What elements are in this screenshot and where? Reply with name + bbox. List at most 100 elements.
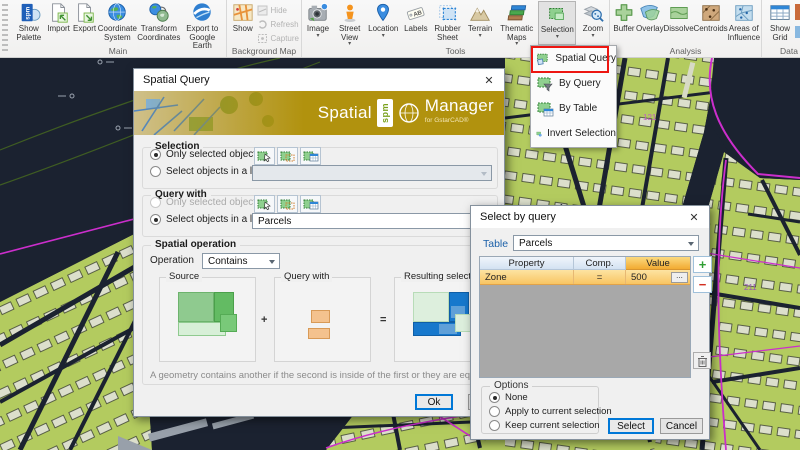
spatial-query-close-button[interactable]: ✕ bbox=[474, 69, 504, 91]
export-google-earth-button[interactable]: Export to Google Earth bbox=[181, 1, 224, 45]
buffer-icon bbox=[611, 2, 637, 24]
export-icon bbox=[72, 2, 98, 24]
pick-table-button[interactable] bbox=[300, 147, 321, 165]
zoom-button[interactable]: Zoom ▾ bbox=[579, 1, 607, 45]
spatial-query-icon bbox=[536, 51, 550, 67]
centroids-button[interactable]: Centroids bbox=[694, 1, 728, 45]
menu-item-by-table[interactable]: By Table bbox=[531, 96, 616, 121]
background-map-capture-button[interactable]: Capture bbox=[257, 32, 299, 44]
selection-dropdown-caret: ▾ bbox=[556, 35, 559, 40]
group-label-analysis: Analysis bbox=[610, 46, 761, 56]
menu-item-spatial-query[interactable]: Spatial Query bbox=[531, 46, 616, 71]
radio-selected-icon bbox=[150, 214, 161, 225]
operation-description: A geometry contains another if the secon… bbox=[150, 370, 494, 381]
location-pin-icon bbox=[370, 2, 396, 24]
radio-selected-icon bbox=[150, 149, 161, 160]
trash-icon bbox=[697, 355, 708, 367]
pick-objects-button[interactable] bbox=[254, 147, 275, 165]
clipped-ribbon-icon bbox=[795, 4, 800, 20]
query-grid: Property Comp. Value Zone = 500 ... bbox=[479, 256, 691, 378]
option-apply-radio[interactable]: Apply to current selection bbox=[489, 406, 612, 417]
capture-icon bbox=[257, 33, 268, 44]
show-palette-button[interactable]: spm Show Palette bbox=[12, 1, 46, 45]
terrain-button[interactable]: Terrain ▾ bbox=[465, 1, 495, 45]
select-by-query-close-button[interactable]: ✕ bbox=[679, 206, 709, 228]
by-query-icon bbox=[536, 76, 554, 92]
operation-dropdown[interactable]: Contains bbox=[202, 253, 280, 269]
street-view-button[interactable]: Street View ▾ bbox=[335, 1, 365, 45]
add-condition-button[interactable]: + bbox=[693, 256, 712, 273]
areas-of-influence-button[interactable]: Areas of Influence bbox=[728, 1, 760, 45]
rubber-sheet-icon bbox=[435, 2, 461, 24]
spm-palette-icon: spm bbox=[16, 2, 42, 24]
pick-window-button[interactable] bbox=[277, 195, 298, 213]
equals-symbol: = bbox=[380, 314, 386, 326]
thematic-maps-icon bbox=[504, 2, 530, 24]
radio-disabled-icon bbox=[150, 197, 161, 208]
buffer-button[interactable]: Buffer bbox=[612, 1, 636, 45]
import-icon bbox=[46, 2, 72, 24]
option-none-radio[interactable]: None bbox=[489, 392, 528, 403]
column-header-comp[interactable]: Comp. bbox=[574, 257, 626, 270]
pick-table-icon bbox=[303, 150, 319, 163]
rubber-sheet-button[interactable]: Rubber Sheet bbox=[433, 1, 463, 45]
query-with-pick-buttons bbox=[254, 195, 321, 213]
image-dropdown-caret: ▾ bbox=[316, 34, 319, 39]
terrain-icon bbox=[467, 2, 493, 24]
background-map-hide-button[interactable]: Hide bbox=[257, 4, 299, 16]
radio-icon bbox=[150, 166, 161, 177]
value-picker-button[interactable]: ... bbox=[671, 272, 688, 283]
export-button[interactable]: Export bbox=[72, 1, 98, 45]
selection-only-selected-radio[interactable]: Only selected objects bbox=[150, 149, 261, 160]
result-shape bbox=[413, 292, 449, 322]
pick-objects-button[interactable] bbox=[254, 195, 275, 213]
dissolve-button[interactable]: Dissolve bbox=[664, 1, 694, 45]
import-button[interactable]: Import bbox=[46, 1, 72, 45]
pick-table-button[interactable] bbox=[300, 195, 321, 213]
column-header-property[interactable]: Property bbox=[480, 257, 574, 270]
coordinate-system-icon bbox=[104, 2, 130, 24]
ok-button[interactable]: Ok bbox=[415, 394, 453, 410]
remove-condition-button[interactable]: − bbox=[693, 276, 712, 293]
query-with-layer-dropdown[interactable]: Parcels bbox=[252, 213, 492, 229]
labels-icon: AB bbox=[403, 2, 429, 24]
selection-button[interactable]: Selection ▾ bbox=[538, 1, 576, 45]
show-grid-button[interactable]: Show Grid bbox=[764, 1, 796, 45]
zoom-icon bbox=[580, 2, 606, 24]
chevron-down-icon bbox=[269, 260, 275, 264]
background-map-refresh-button[interactable]: Refresh bbox=[257, 18, 299, 30]
clear-conditions-button[interactable] bbox=[693, 352, 711, 369]
query-with-only-selected-radio[interactable]: Only selected objects bbox=[150, 197, 261, 208]
terrain-dropdown-caret: ▾ bbox=[479, 34, 482, 39]
selection-layer-dropdown[interactable] bbox=[252, 165, 492, 181]
pick-window-button[interactable] bbox=[277, 147, 298, 165]
group-label-background-map: Background Map bbox=[227, 46, 301, 56]
coordinate-system-button[interactable]: Coordinate System bbox=[98, 1, 138, 45]
toolbar-grip[interactable] bbox=[2, 4, 8, 52]
table-dropdown[interactable]: Parcels bbox=[513, 235, 699, 251]
image-button[interactable]: Image ▾ bbox=[304, 1, 332, 45]
ribbon-group-main: spm Show Palette Import Export bbox=[10, 0, 227, 57]
transform-coordinates-button[interactable]: Transform Coordinates bbox=[137, 1, 180, 45]
overlay-icon bbox=[637, 2, 663, 24]
labels-button[interactable]: AB Labels bbox=[402, 1, 430, 45]
overlay-button[interactable]: Overlay bbox=[636, 1, 664, 45]
menu-item-by-query[interactable]: By Query bbox=[531, 71, 616, 96]
background-map-show-button[interactable]: Show bbox=[229, 1, 257, 45]
source-panel: Source bbox=[159, 277, 256, 362]
dissolve-icon bbox=[666, 2, 692, 24]
pick-cursor-icon bbox=[257, 150, 273, 163]
column-header-value[interactable]: Value bbox=[626, 257, 690, 270]
clipped-ribbon-icon bbox=[795, 26, 800, 38]
cancel-button[interactable]: Cancel bbox=[660, 418, 703, 434]
option-keep-radio[interactable]: Keep current selection bbox=[489, 420, 600, 431]
menu-item-invert-selection[interactable]: Invert Selection bbox=[531, 121, 616, 146]
thematic-maps-button[interactable]: Thematic Maps ▾ bbox=[498, 1, 536, 45]
location-button[interactable]: Location ▾ bbox=[367, 1, 399, 45]
query-row[interactable]: Zone = 500 ... bbox=[480, 270, 690, 285]
map-label-121: 121 bbox=[643, 113, 657, 122]
brand-globe-icon bbox=[398, 102, 420, 124]
svg-text:spm: spm bbox=[24, 6, 31, 19]
select-button[interactable]: Select bbox=[608, 418, 654, 434]
group-label-main: Main bbox=[10, 46, 226, 56]
